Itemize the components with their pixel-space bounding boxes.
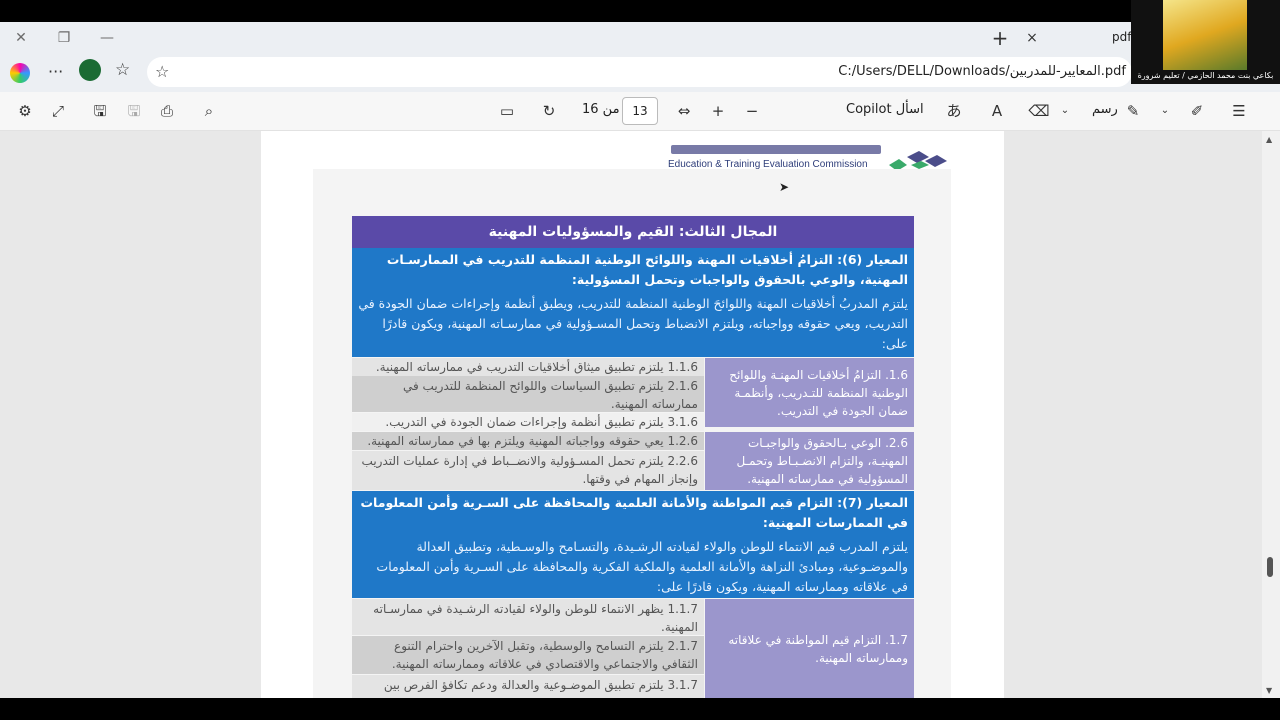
etec-logo-icon [889, 151, 947, 171]
address-row: ··· ☆ ☆ C:/Users/DELL/Downloads/المعايير… [0, 54, 1280, 92]
zoom-in-icon[interactable]: + [707, 100, 729, 122]
pdf-toolbar: ⚙ ⤢ 🖫 🖫 ⎙ ⌕ ▭ ↻ من 16 13 ⇔ + − Copilot ا… [0, 92, 1280, 131]
settings-icon[interactable]: ⚙ [14, 100, 36, 122]
copilot-icon[interactable] [10, 63, 30, 83]
item-6-1-3: 3.1.6 يلتزم تطبيق أنظمة وإجراءات ضمان ال… [352, 413, 704, 431]
minimize-window-icon[interactable]: — [97, 28, 117, 48]
pdf-page: Education & Training Evaluation Commissi… [261, 131, 1004, 698]
standard-7-block: المعيار (7): التزام قيم المواطنة والأمان… [352, 491, 914, 598]
indicator-7-1-label: 1.7. التزام قيم المواطنة في علاقاته ومما… [705, 599, 914, 698]
ask-copilot-button[interactable]: Copilot اسأل [846, 102, 924, 117]
webcam-video [1163, 0, 1247, 70]
item-7-1-1: 1.1.7 يظهر الانتماء للوطن والولاء لقيادت… [352, 599, 704, 635]
screen-bottom-bar [0, 698, 1280, 720]
screen-top-bar [0, 0, 1280, 22]
address-text[interactable]: C:/Users/DELL/Downloads/المعايير-للمدربي… [838, 64, 1126, 79]
browser-window: ✕ ❐ — + × pdf ··· ☆ ☆ C:/Users/DELL/Down… [0, 22, 1280, 698]
standard-7-description: يلتزم المدرب قيم الانتماء للوطن والولاء … [376, 539, 908, 594]
item-7-1-2: 2.1.7 يلتزم التسامح والوسطية، وتقبل الآخ… [352, 636, 704, 674]
standard-6-description: يلتزم المدربُ أخلاقيات المهنة واللوائحَ … [358, 296, 908, 351]
rotate-icon[interactable]: ↻ [538, 100, 560, 122]
translate-icon[interactable]: あ [942, 100, 966, 122]
draw-button[interactable]: رسم [1092, 102, 1118, 117]
fit-page-icon[interactable]: ⇔ [673, 100, 695, 122]
item-6-1-1: 1.1.6 يلتزم تطبيق ميثاق أخلاقيات التدريب… [352, 358, 704, 376]
new-tab-button[interactable]: + [990, 28, 1010, 48]
webcam-overlay: بكاعي بنت محمد الحازمي / تعليم شرورة [1131, 0, 1280, 84]
restore-window-icon[interactable]: ❐ [54, 28, 74, 48]
title-bar: ✕ ❐ — + × pdf [0, 22, 1280, 54]
item-7-1-3: 3.1.7 يلتزم تطبيق الموضـوعية والعدالة ود… [352, 675, 704, 698]
zoom-out-icon[interactable]: − [741, 100, 763, 122]
standard-6-title: المعيار (6): التزامُ أخلاقيات المهنة وال… [386, 252, 908, 287]
close-tab-button[interactable]: × [1022, 28, 1042, 48]
print-icon[interactable]: ⎙ [156, 100, 178, 122]
draw-pen-icon[interactable]: ✎ [1122, 100, 1144, 122]
scrollbar-thumb[interactable] [1267, 557, 1273, 577]
page-of-label: من 16 [582, 102, 620, 117]
logo-arabic-text [671, 145, 881, 154]
address-bar[interactable]: ☆ C:/Users/DELL/Downloads/المعايير-للمدر… [147, 57, 1132, 87]
eraser-icon[interactable]: ⌫ [1028, 100, 1050, 122]
pdf-viewer[interactable]: Education & Training Evaluation Commissi… [0, 131, 1262, 698]
standard-7-title: المعيار (7): التزام قيم المواطنة والأمان… [360, 495, 909, 530]
search-icon[interactable]: ⌕ [198, 100, 220, 122]
vertical-scrollbar[interactable]: ▲ ▼ [1262, 131, 1280, 698]
read-aloud-icon[interactable]: A [986, 100, 1008, 122]
fullscreen-icon[interactable]: ⤢ [47, 100, 69, 122]
close-window-icon[interactable]: ✕ [11, 28, 31, 48]
mouse-cursor-icon: ➤ [779, 180, 790, 194]
item-6-2-1: 1.2.6 يعي حقوقه وواجباته المهنية ويلتزم … [352, 432, 704, 450]
contents-icon[interactable]: ☰ [1228, 100, 1250, 122]
page-number-input[interactable]: 13 [622, 97, 658, 125]
page-view-icon[interactable]: ▭ [496, 100, 518, 122]
profile-avatar[interactable] [79, 59, 101, 81]
chevron-down-icon[interactable]: ⌄ [1058, 100, 1072, 122]
domain-header: المجال الثالث: القيم والمسؤوليات المهنية [352, 216, 914, 248]
webcam-caption: بكاعي بنت محمد الحازمي / تعليم شرورة [1137, 71, 1274, 80]
tab-title[interactable]: pdf [1112, 30, 1131, 44]
scroll-down-icon[interactable]: ▼ [1266, 686, 1272, 695]
item-6-1-2: 2.1.6 يلتزم تطبيق السياسات واللوائح المن… [352, 376, 704, 412]
scroll-up-icon[interactable]: ▲ [1266, 135, 1272, 144]
indicator-6-2-label: 2.6. الوعي بـالحقوق والواجبـات المهنيـة،… [705, 432, 914, 490]
indicator-6-1-label: 1.6. التزامُ أخلاقيات المهنـة واللوائح ا… [705, 358, 914, 427]
standard-6-block: المعيار (6): التزامُ أخلاقيات المهنة وال… [352, 248, 914, 357]
chevron-down-icon[interactable]: ⌄ [1158, 100, 1172, 122]
item-6-2-2: 2.2.6 يلتزم تحمل المسـؤولية والانضــباط … [352, 451, 704, 490]
highlight-icon[interactable]: ✐ [1186, 100, 1208, 122]
more-options-icon[interactable]: ··· [48, 62, 63, 81]
document-frame: المجال الثالث: القيم والمسؤوليات المهنية… [313, 169, 951, 698]
save-as-icon[interactable]: 🖫 [89, 100, 111, 122]
add-favorite-icon[interactable]: ☆ [155, 62, 169, 81]
save-icon[interactable]: 🖫 [123, 100, 145, 122]
favorites-icon[interactable]: ☆ [115, 60, 130, 80]
